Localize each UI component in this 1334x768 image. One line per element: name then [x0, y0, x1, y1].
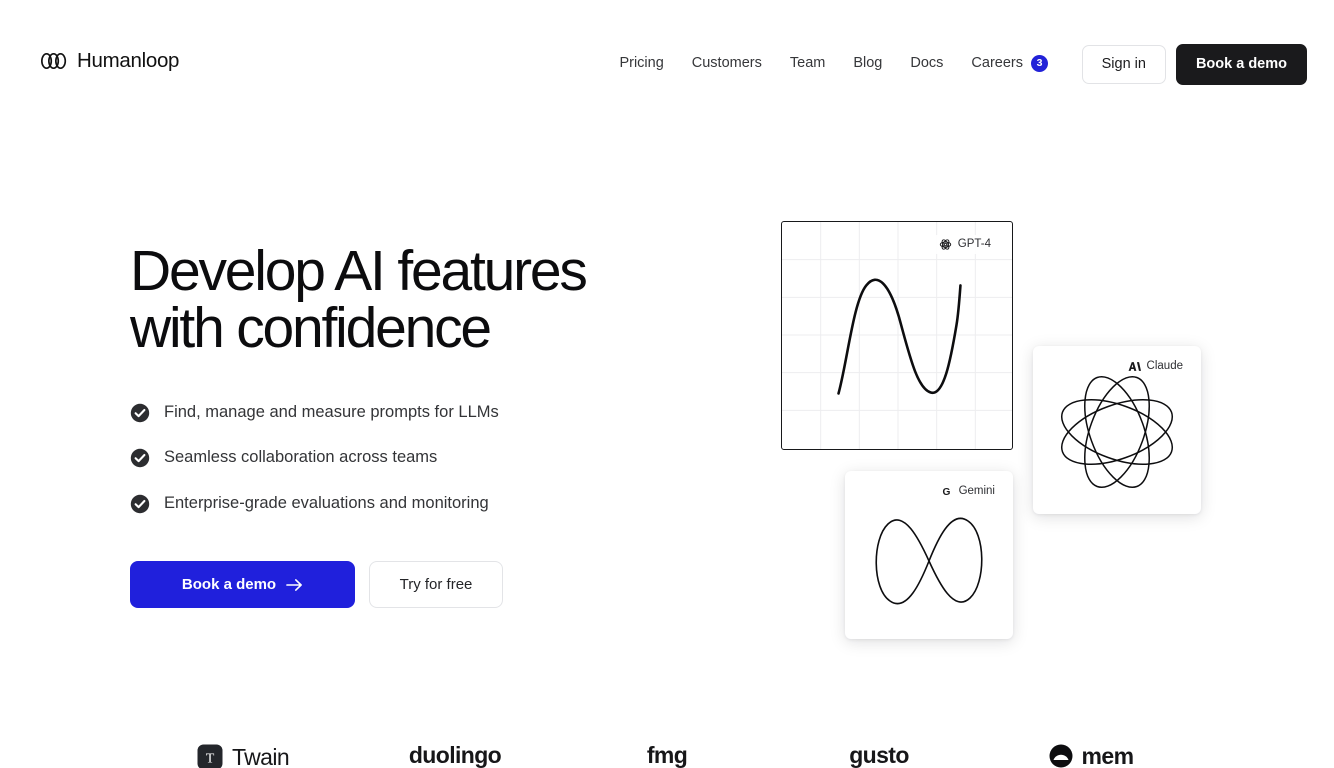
- nav-item-careers[interactable]: Careers 3: [957, 47, 1054, 79]
- main-nav: Pricing Customers Team Blog Docs Careers…: [605, 47, 1054, 79]
- anthropic-icon: [1128, 362, 1141, 371]
- svg-text:T: T: [206, 752, 215, 767]
- list-item: Find, manage and measure prompts for LLM…: [130, 402, 670, 423]
- brand-name: Humanloop: [77, 48, 180, 72]
- page-title: Develop AI features with confidence: [130, 239, 588, 360]
- model-tag-claude: Claude: [1121, 357, 1189, 376]
- book-demo-header-button[interactable]: Book a demo: [1175, 44, 1307, 86]
- model-tag-label: Gemini: [958, 484, 995, 497]
- landing-page: Humanloop Pricing Customers Team Blog Do…: [0, 0, 1334, 768]
- logo-fmg: fmg: [561, 744, 773, 767]
- openai-icon: [939, 239, 951, 250]
- model-tag-gemini: G Gemini: [933, 482, 1001, 501]
- sign-in-button[interactable]: Sign in: [1081, 45, 1166, 85]
- book-demo-button[interactable]: Book a demo: [130, 561, 355, 609]
- site-header: Humanloop Pricing Customers Team Blog Do…: [0, 0, 1334, 120]
- google-gemini-icon: G: [942, 487, 950, 498]
- check-circle-icon: [130, 448, 150, 468]
- claude-curve-3: [1084, 375, 1150, 489]
- logo-label: Twain: [231, 744, 290, 768]
- claude-curve-4: [1084, 375, 1150, 489]
- logo-mem: mem: [985, 744, 1197, 768]
- arrow-right-icon: [286, 578, 303, 591]
- svg-text:G: G: [942, 487, 950, 498]
- logo-twain: T Twain: [137, 744, 349, 768]
- nav-item-pricing[interactable]: Pricing: [605, 47, 677, 79]
- check-circle-icon: [130, 403, 150, 422]
- claude-curve-1: [1060, 399, 1174, 465]
- list-item-label: Enterprise-grade evaluations and monitor…: [164, 493, 489, 512]
- nav-item-blog[interactable]: Blog: [839, 47, 896, 79]
- humanloop-loops-mark: [41, 52, 67, 70]
- model-card-claude[interactable]: Claude: [1033, 346, 1201, 514]
- model-card-gemini[interactable]: G Gemini: [845, 471, 1013, 639]
- list-item: Enterprise-grade evaluations and monitor…: [130, 493, 670, 514]
- cta-row: Book a demo Try for free: [130, 561, 670, 609]
- list-item-label: Seamless collaboration across teams: [164, 448, 438, 467]
- chart-grid: [782, 222, 1012, 449]
- model-tag-label: Claude: [1146, 359, 1183, 372]
- nav-item-careers-label: Careers: [971, 55, 1023, 71]
- mem-circle-icon: [1049, 744, 1073, 768]
- nav-item-docs[interactable]: Docs: [896, 47, 957, 79]
- gpt4-chart: [782, 222, 1012, 449]
- model-tag-gpt4: GPT-4: [932, 235, 997, 254]
- hero-content: Develop AI features with confidence Find…: [130, 239, 670, 609]
- nav-item-customers[interactable]: Customers: [678, 47, 776, 79]
- check-circle-icon: [130, 494, 150, 513]
- logo-label: duolingo: [408, 744, 502, 768]
- book-demo-button-label: Book a demo: [181, 576, 277, 594]
- logo-duolingo: duolingo: [349, 744, 561, 767]
- list-item: Seamless collaboration across teams: [130, 447, 670, 468]
- claude-curve-2: [1060, 399, 1174, 465]
- gpt4-curve: [837, 278, 962, 395]
- header-actions: Sign in Book a demo: [1081, 44, 1307, 86]
- logo-gusto: gusto: [773, 744, 985, 767]
- twain-square-icon: T: [197, 744, 223, 768]
- gemini-curve: [875, 517, 983, 605]
- careers-count-badge: 3: [1031, 54, 1048, 72]
- model-card-gpt4[interactable]: GPT-4: [781, 221, 1013, 450]
- customer-logo-bar: T Twain duolingo fmg gusto mem: [0, 744, 1334, 768]
- try-for-free-button[interactable]: Try for free: [369, 561, 503, 609]
- list-item-label: Find, manage and measure prompts for LLM…: [164, 403, 499, 421]
- nav-item-team[interactable]: Team: [776, 47, 839, 79]
- feature-list: Find, manage and measure prompts for LLM…: [130, 402, 670, 514]
- logo-label: fmg: [646, 744, 688, 768]
- logo-label: gusto: [849, 744, 909, 768]
- logo-label: mem: [1081, 744, 1135, 768]
- brand-logo[interactable]: Humanloop: [40, 46, 179, 76]
- model-tag-label: GPT-4: [957, 237, 991, 250]
